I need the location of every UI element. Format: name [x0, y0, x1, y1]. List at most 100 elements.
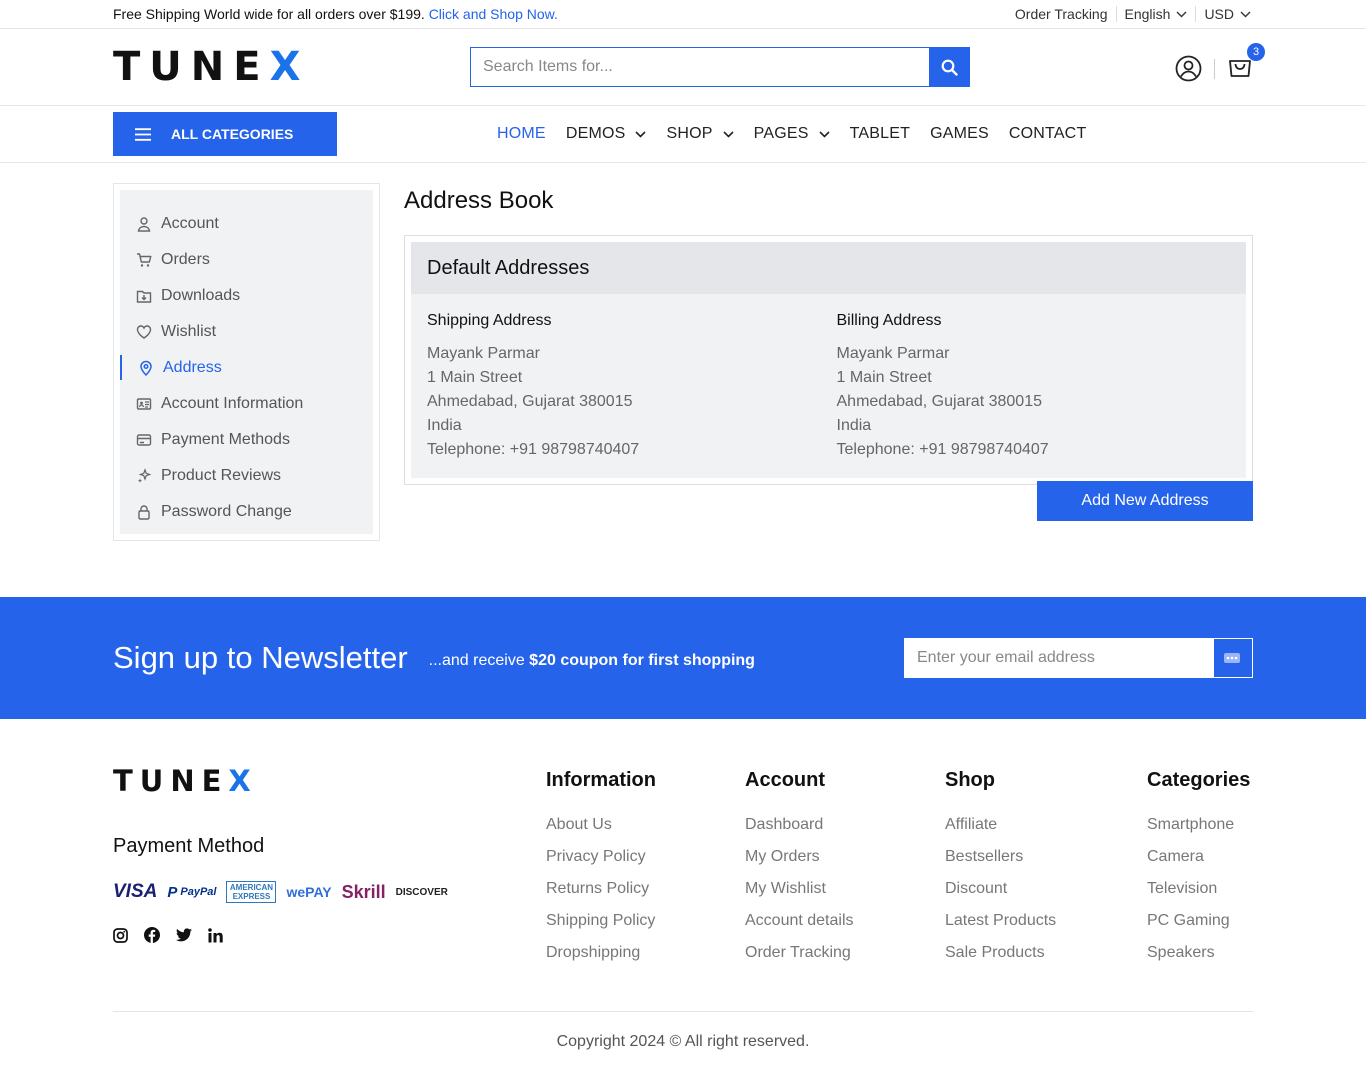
- instagram-icon[interactable]: [113, 927, 128, 943]
- visa-logo: VISA: [113, 881, 158, 902]
- promo-link[interactable]: Click and Shop Now.: [429, 6, 558, 22]
- newsletter-form: [904, 638, 1253, 678]
- hamburger-menu-icon: [135, 127, 151, 141]
- page-title: Address Book: [404, 187, 554, 214]
- location-pin-icon: [140, 360, 152, 376]
- footer-link[interactable]: Privacy Policy: [546, 847, 656, 879]
- promo-banner: Free Shipping World wide for all orders …: [113, 6, 558, 22]
- lock-icon: [138, 505, 150, 520]
- footer-column-information: Information About Us Privacy Policy Returns…: [546, 769, 656, 975]
- footer-link[interactable]: Camera: [1147, 847, 1250, 879]
- sidebar-item-account-information[interactable]: Account Information: [120, 386, 373, 422]
- paypal-logo: P PayPal: [167, 883, 217, 901]
- footer-link[interactable]: Bestsellers: [945, 847, 1056, 879]
- site-header: TUNEX 3: [0, 29, 1366, 106]
- user-icon: [137, 217, 151, 232]
- sidebar-item-password-change[interactable]: Password Change: [120, 494, 373, 530]
- linkedin-icon[interactable]: [208, 927, 223, 943]
- social-links: [113, 927, 239, 943]
- footer-column-shop: Shop Affiliate Bestsellers Discount Latest P…: [945, 769, 1056, 975]
- site-footer: TUNEX Payment Method VISA P PayPal AMERI…: [0, 719, 1366, 1050]
- footer-link[interactable]: Latest Products: [945, 911, 1056, 943]
- divider: [1214, 58, 1215, 79]
- cart-button[interactable]: 3: [1227, 43, 1265, 84]
- user-circle-icon: [1175, 55, 1202, 82]
- search-input[interactable]: [471, 48, 929, 86]
- newsletter-subtitle: ...and receive $20 coupon for first shop…: [428, 652, 755, 669]
- search-icon: [941, 59, 958, 76]
- newsletter-email-input[interactable]: [905, 639, 1214, 677]
- nav-item-pages[interactable]: PAGES: [754, 125, 830, 143]
- footer-link[interactable]: About Us: [546, 815, 656, 847]
- address-book-section: Address Book Default Addresses Shipping …: [404, 183, 1253, 485]
- discover-logo: DISCOVER: [395, 886, 448, 898]
- footer-link[interactable]: Order Tracking: [745, 943, 854, 975]
- footer-link[interactable]: Speakers: [1147, 943, 1250, 975]
- skrill-logo: Skrill: [341, 881, 386, 902]
- sidebar-item-product-reviews[interactable]: Product Reviews: [120, 458, 373, 494]
- footer-logo[interactable]: TUNEX: [113, 767, 258, 796]
- nav-item-tablet[interactable]: TABLET: [850, 125, 910, 143]
- footer-divider: [113, 1011, 1253, 1012]
- sidebar-item-downloads[interactable]: Downloads: [120, 278, 373, 314]
- billing-address: Billing Address Mayank Parmar 1 Main Str…: [836, 312, 1049, 458]
- footer-link[interactable]: Dropshipping: [546, 943, 656, 975]
- sidebar-item-orders[interactable]: Orders: [120, 242, 373, 278]
- newsletter-section: Sign up to Newsletter ...and receive $20…: [0, 597, 1366, 719]
- top-bar: Free Shipping World wide for all orders …: [0, 0, 1366, 29]
- cart-count-badge: 3: [1247, 43, 1265, 61]
- account-sidebar: Account Orders Downloads Wishlist Address Acc…: [113, 183, 380, 541]
- footer-column-title: Account: [745, 769, 825, 791]
- search-button[interactable]: [929, 48, 969, 86]
- sparkle-icon: [137, 468, 152, 483]
- nav-item-games[interactable]: GAMES: [930, 125, 989, 143]
- add-new-address-button[interactable]: Add New Address: [1037, 481, 1253, 521]
- search-bar: [470, 47, 970, 87]
- footer-link[interactable]: My Orders: [745, 847, 854, 879]
- nav-item-demos[interactable]: DEMOS: [566, 125, 647, 143]
- chevron-down-icon: [1176, 11, 1187, 17]
- sidebar-item-payment-methods[interactable]: Payment Methods: [120, 422, 373, 458]
- twitter-icon[interactable]: [176, 928, 192, 942]
- sidebar-item-wishlist[interactable]: Wishlist: [120, 314, 373, 350]
- footer-link[interactable]: My Wishlist: [745, 879, 854, 911]
- footer-link[interactable]: Account details: [745, 911, 854, 943]
- footer-column-categories: Categories Smartphone Camera Television PC G…: [1147, 769, 1250, 975]
- footer-link[interactable]: Affiliate: [945, 815, 1056, 847]
- footer-link[interactable]: Returns Policy: [546, 879, 656, 911]
- download-folder-icon: [136, 290, 152, 303]
- account-page: Account Orders Downloads Wishlist Address Acc…: [113, 163, 1253, 597]
- nav-item-shop[interactable]: SHOP: [666, 125, 734, 143]
- nav-item-contact[interactable]: CONTACT: [1009, 125, 1087, 143]
- order-tracking-link[interactable]: Order Tracking: [1007, 6, 1117, 22]
- sidebar-item-address[interactable]: Address: [120, 350, 373, 386]
- newsletter-submit-button[interactable]: [1214, 639, 1252, 677]
- footer-column-account: Account Dashboard My Orders My Wishlist Acco…: [745, 769, 854, 975]
- box-title: Default Addresses: [411, 242, 1246, 294]
- id-card-icon: [136, 398, 152, 410]
- footer-link[interactable]: Smartphone: [1147, 815, 1250, 847]
- footer-column-title: Shop: [945, 769, 995, 791]
- amex-logo: AMERICAN EXPRESS: [226, 881, 277, 903]
- footer-column-title: Information: [546, 769, 656, 791]
- nav-item-home[interactable]: HOME: [497, 125, 546, 143]
- heart-icon: [136, 325, 152, 339]
- account-button[interactable]: [1175, 55, 1202, 82]
- newsletter-title: Sign up to Newsletter: [113, 640, 408, 675]
- footer-link[interactable]: Shipping Policy: [546, 911, 656, 943]
- send-icon: [1224, 653, 1240, 663]
- footer-link[interactable]: Dashboard: [745, 815, 854, 847]
- footer-link[interactable]: PC Gaming: [1147, 911, 1250, 943]
- site-logo[interactable]: TUNEX: [113, 47, 309, 87]
- language-select[interactable]: English: [1117, 6, 1197, 22]
- footer-link[interactable]: Sale Products: [945, 943, 1056, 975]
- chevron-down-icon: [635, 130, 647, 138]
- chevron-down-icon: [1240, 11, 1251, 17]
- facebook-icon[interactable]: [144, 927, 160, 943]
- wepay-logo: wePAY: [286, 884, 332, 900]
- footer-link[interactable]: Discount: [945, 879, 1056, 911]
- currency-select[interactable]: USD: [1196, 6, 1253, 22]
- sidebar-item-account[interactable]: Account: [120, 206, 373, 242]
- footer-link[interactable]: Television: [1147, 879, 1250, 911]
- all-categories-button[interactable]: ALL CATEGORIES: [113, 112, 337, 156]
